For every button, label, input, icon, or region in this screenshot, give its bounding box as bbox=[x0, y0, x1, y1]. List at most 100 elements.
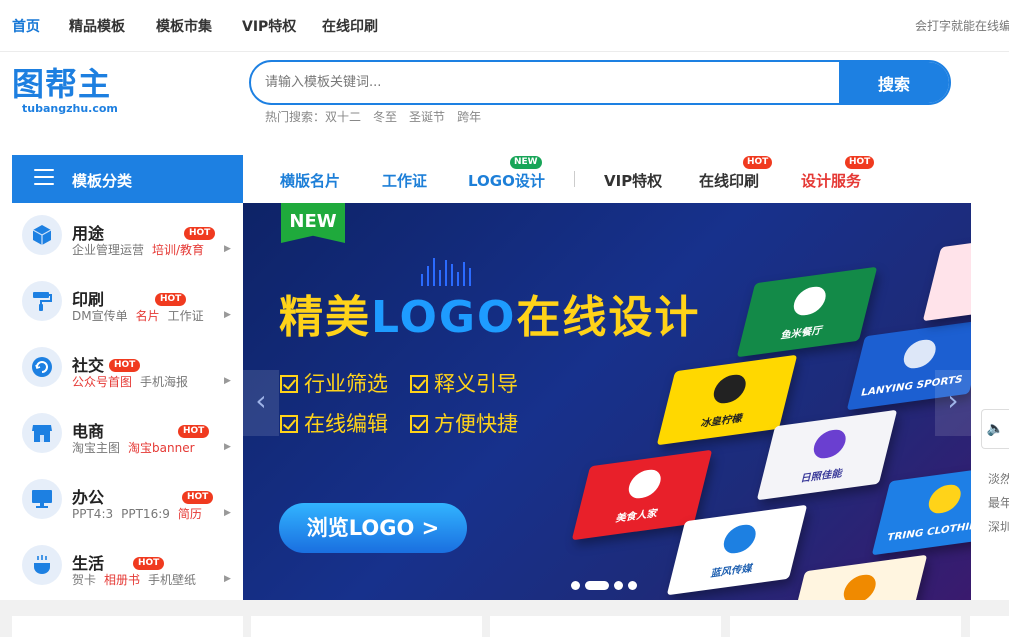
bottom-card bbox=[490, 616, 721, 637]
site-logo-domain: tubangzhu.com bbox=[22, 102, 118, 115]
feature-item: 行业筛选 bbox=[280, 368, 388, 398]
headline-post: 在线设计 bbox=[516, 292, 701, 343]
category-menu-header[interactable]: 模板分类 bbox=[12, 155, 243, 203]
sidebar-link[interactable]: 淘宝banner bbox=[128, 441, 195, 455]
chevron-right-icon: ▶ bbox=[224, 376, 231, 386]
carousel-dot[interactable] bbox=[628, 581, 637, 590]
nav-business-card[interactable]: 横版名片 bbox=[280, 170, 340, 191]
sidebar-link[interactable]: 贺卡 bbox=[72, 573, 96, 587]
bottom-card bbox=[12, 616, 243, 637]
hot-badge: HOT bbox=[133, 557, 165, 570]
sidebar-links: 企业管理运营 培训/教育 bbox=[72, 241, 212, 258]
carousel-dot[interactable] bbox=[614, 581, 623, 590]
hot-badge: HOT bbox=[182, 491, 214, 504]
shop-icon bbox=[22, 413, 62, 453]
menu-icon bbox=[34, 169, 54, 187]
hot-search: 热门搜索：双十二 冬至 圣诞节 跨年 bbox=[265, 108, 493, 125]
sidebar-links: 贺卡 相册书 手机壁纸 bbox=[72, 571, 204, 588]
sidebar-link[interactable]: 手机海报 bbox=[140, 375, 188, 389]
hero-banner[interactable]: NEW 精美LOGO在线设计 行业筛选 释义引导 在线编辑 方便快捷 浏览LOG… bbox=[243, 203, 971, 600]
news-line[interactable]: 深圳 bbox=[988, 518, 1009, 535]
carousel-dot-active[interactable] bbox=[585, 581, 609, 590]
sidebar-links: 公众号首图 手机海报 bbox=[72, 373, 196, 390]
nav-vip[interactable]: VIP特权 bbox=[604, 170, 662, 191]
paint-roller-icon bbox=[22, 281, 62, 321]
sidebar-link[interactable]: PPT16:9 bbox=[121, 507, 170, 521]
logo-mark-icon bbox=[925, 482, 964, 516]
checkbox-icon bbox=[410, 375, 428, 393]
chevron-right-icon: ▶ bbox=[224, 310, 231, 320]
sidebar-link[interactable]: 淘宝主图 bbox=[72, 441, 120, 455]
news-line[interactable]: 淡然 bbox=[988, 470, 1009, 487]
topnav-premium-templates[interactable]: 精品模板 bbox=[69, 16, 125, 36]
topnav-home[interactable]: 首页 bbox=[12, 16, 40, 36]
main-nav: 横版名片 工作证 LOGO设计 NEW VIP特权 在线印刷 HOT 设计服务 … bbox=[243, 155, 1009, 203]
top-nav: 首页 精品模板 模板市集 VIP特权 在线印刷 会打字就能在线编 bbox=[0, 0, 1009, 52]
sidebar-item-print[interactable]: 印刷 HOT DM宣传单 名片 工作证 ▶ bbox=[12, 269, 243, 335]
logo-mark-icon bbox=[710, 372, 749, 406]
nav-design-service[interactable]: 设计服务 bbox=[801, 170, 861, 191]
checkbox-icon bbox=[410, 415, 428, 433]
headline-pre: 精美 bbox=[279, 292, 371, 343]
sidebar-link[interactable]: 企业管理运营 bbox=[72, 243, 144, 257]
hot-term[interactable]: 双十二 bbox=[325, 110, 361, 124]
sidebar-link[interactable]: 简历 bbox=[178, 507, 202, 521]
hot-badge: HOT bbox=[184, 227, 216, 240]
sidebar-link[interactable]: 名片 bbox=[136, 309, 160, 323]
topnav-online-print[interactable]: 在线印刷 bbox=[322, 16, 378, 36]
search-button[interactable]: 搜索 bbox=[839, 62, 949, 103]
chevron-right-icon: ▶ bbox=[224, 508, 231, 518]
bottom-card bbox=[970, 616, 1009, 637]
logo-mark-icon bbox=[810, 427, 849, 461]
nav-divider bbox=[574, 171, 575, 187]
right-news-strip: 🔈 淡然 最年 深圳 bbox=[971, 203, 1009, 600]
nav-online-print[interactable]: 在线印刷 bbox=[699, 170, 759, 191]
hot-badge: HOT bbox=[109, 359, 141, 372]
carousel-prev-button[interactable]: ‹ bbox=[243, 370, 279, 436]
monitor-icon bbox=[22, 479, 62, 519]
carousel-indicators bbox=[571, 575, 642, 594]
logo-mark-icon bbox=[900, 337, 939, 371]
sidebar-item-social[interactable]: 社交 HOT 公众号首图 手机海报 ▶ bbox=[12, 335, 243, 401]
chevron-right-icon: ▶ bbox=[224, 442, 231, 452]
nav-logo-design[interactable]: LOGO设计 bbox=[468, 170, 545, 191]
hot-term[interactable]: 圣诞节 bbox=[409, 110, 445, 124]
sidebar-link[interactable]: 手机壁纸 bbox=[148, 573, 196, 587]
logo-card: 鱼米餐厅 bbox=[736, 266, 878, 358]
browse-logo-button[interactable]: 浏览LOGO > bbox=[279, 503, 467, 553]
sidebar-item-usage[interactable]: 用途 HOT 企业管理运营 培训/教育 ▶ bbox=[12, 203, 243, 269]
topnav-template-market[interactable]: 模板市集 bbox=[156, 16, 212, 36]
sidebar-item-ecommerce[interactable]: 电商 HOT 淘宝主图 淘宝banner ▶ bbox=[12, 401, 243, 467]
cup-icon bbox=[22, 545, 62, 585]
hot-term[interactable]: 跨年 bbox=[457, 110, 481, 124]
category-title: 模板分类 bbox=[72, 172, 133, 190]
bottom-card bbox=[730, 616, 961, 637]
topnav-vip[interactable]: VIP特权 bbox=[242, 16, 296, 36]
logo-card bbox=[786, 554, 928, 600]
sidebar-link[interactable]: 培训/教育 bbox=[152, 243, 204, 257]
sidebar-link[interactable]: 相册书 bbox=[104, 573, 140, 587]
logo-mark-icon bbox=[625, 467, 664, 501]
hot-badge: HOT bbox=[155, 293, 187, 306]
search-input[interactable] bbox=[251, 62, 841, 103]
hot-term[interactable]: 冬至 bbox=[373, 110, 397, 124]
sidebar-link[interactable]: 工作证 bbox=[168, 309, 204, 323]
category-sidebar: 用途 HOT 企业管理运营 培训/教育 ▶ 印刷 HOT DM宣传单 名片 工作证 ▶… bbox=[12, 203, 243, 600]
refresh-icon bbox=[22, 347, 62, 387]
sidebar-item-office[interactable]: 办公 HOT PPT4:3 PPT16:9 简历 ▶ bbox=[12, 467, 243, 533]
hot-badge: HOT bbox=[845, 156, 875, 169]
speaker-icon[interactable]: 🔈 bbox=[981, 409, 1009, 449]
carousel-next-button[interactable]: › bbox=[935, 370, 971, 436]
sidebar-link[interactable]: PPT4:3 bbox=[72, 507, 113, 521]
site-logo[interactable]: 图帮主 bbox=[12, 64, 111, 104]
sidebar-link[interactable]: DM宣传单 bbox=[72, 309, 128, 323]
news-line[interactable]: 最年 bbox=[988, 494, 1009, 511]
checkbox-icon bbox=[280, 375, 298, 393]
carousel-dot[interactable] bbox=[571, 581, 580, 590]
top-slogan: 会打字就能在线编 bbox=[915, 19, 1009, 33]
sidebar-link[interactable]: 公众号首图 bbox=[72, 375, 132, 389]
hot-search-label: 热门搜索： bbox=[265, 110, 326, 124]
sidebar-item-life[interactable]: 生活 HOT 贺卡 相册书 手机壁纸 ▶ bbox=[12, 533, 243, 599]
bottom-card bbox=[251, 616, 482, 637]
nav-work-badge[interactable]: 工作证 bbox=[382, 170, 427, 191]
